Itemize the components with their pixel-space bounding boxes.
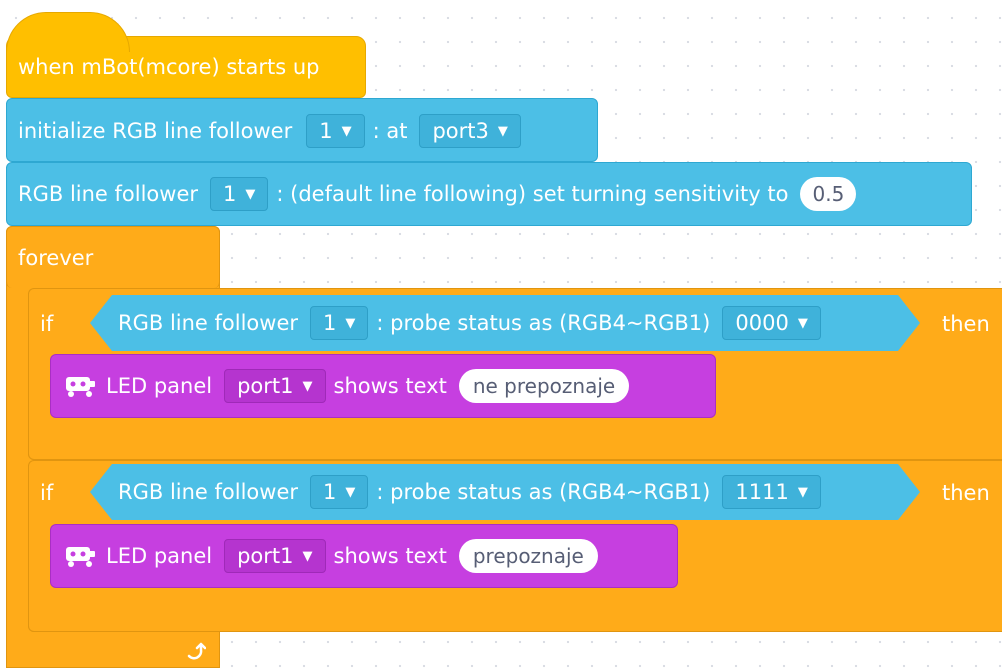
forever-label: forever <box>18 246 94 270</box>
led-text-input-1[interactable]: ne prepoznaje <box>458 369 630 403</box>
if-label-2: if <box>40 481 54 505</box>
sensitivity-index-dropdown[interactable]: 1 ▼ <box>210 177 269 211</box>
shows-text-label-1: shows text <box>333 374 447 398</box>
probe-status-dropdown-1[interactable]: 0000 ▼ <box>722 306 821 340</box>
caret-down-icon: ▼ <box>302 548 313 564</box>
condition-index-value-1: 1 <box>323 311 337 335</box>
robot-icon <box>62 373 98 399</box>
sensitivity-value-input[interactable]: 0.5 <box>800 177 857 211</box>
if-bottom-arm-1 <box>28 418 1002 460</box>
sensitivity-text: : (default line following) set turning s… <box>276 182 789 206</box>
led-port-dropdown-2[interactable]: port1 ▼ <box>224 539 326 573</box>
robot-icon <box>62 543 98 569</box>
init-port-value: port3 <box>432 119 489 143</box>
sensitivity-index-value: 1 <box>223 182 237 206</box>
probe-text-2: : probe status as (RGB4~RGB1) <box>376 480 711 504</box>
led-port-dropdown-1[interactable]: port1 ▼ <box>224 369 326 403</box>
caret-down-icon: ▼ <box>302 378 313 394</box>
init-label: initialize RGB line follower <box>18 119 293 143</box>
caret-down-icon: ▼ <box>345 484 356 500</box>
init-at-label: : at <box>372 119 408 143</box>
probe-status-value-2: 1111 <box>735 480 789 504</box>
hat-label: when mBot(mcore) starts up <box>18 55 320 79</box>
caret-down-icon: ▼ <box>345 315 356 331</box>
init-port-dropdown[interactable]: port3 ▼ <box>419 114 521 148</box>
then-label-2: then <box>942 481 990 505</box>
init-index-dropdown[interactable]: 1 ▼ <box>306 114 365 148</box>
caret-down-icon: ▼ <box>341 123 352 139</box>
loop-arrow-icon <box>186 641 207 667</box>
led-port-value-2: port1 <box>237 544 294 568</box>
caret-down-icon: ▼ <box>797 484 808 500</box>
condition-label-1: RGB line follower <box>118 311 299 335</box>
condition-index-value-2: 1 <box>323 480 337 504</box>
if-label-1: if <box>40 312 54 336</box>
led-text-input-2[interactable]: prepoznaje <box>458 539 598 573</box>
probe-status-dropdown-2[interactable]: 1111 ▼ <box>722 475 821 509</box>
caret-down-icon: ▼ <box>245 186 256 202</box>
condition-index-dropdown-2[interactable]: 1 ▼ <box>310 475 369 509</box>
then-label-1: then <box>942 312 990 336</box>
init-index-value: 1 <box>319 119 333 143</box>
condition-label-2: RGB line follower <box>118 480 299 504</box>
condition-index-dropdown-1[interactable]: 1 ▼ <box>310 306 369 340</box>
shows-text-label-2: shows text <box>333 544 447 568</box>
led-port-value-1: port1 <box>237 374 294 398</box>
probe-text-1: : probe status as (RGB4~RGB1) <box>376 311 711 335</box>
sensitivity-label: RGB line follower <box>18 182 199 206</box>
caret-down-icon: ▼ <box>797 315 808 331</box>
led-label-2: LED panel <box>106 544 213 568</box>
if-bottom-arm-2 <box>28 588 1002 632</box>
probe-status-value-1: 0000 <box>735 311 789 335</box>
hat-block-cap <box>6 12 130 52</box>
caret-down-icon: ▼ <box>497 123 508 139</box>
led-label-1: LED panel <box>106 374 213 398</box>
